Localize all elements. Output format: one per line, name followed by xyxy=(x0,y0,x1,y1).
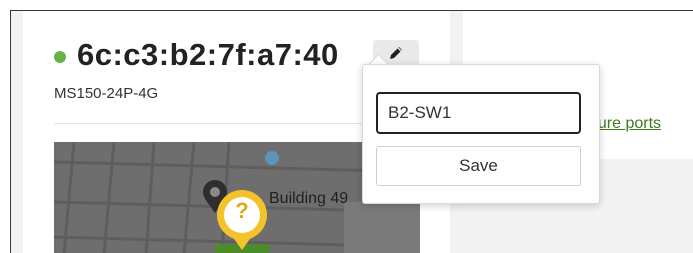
device-name-input[interactable] xyxy=(376,92,581,134)
save-button[interactable]: Save xyxy=(376,146,581,186)
pencil-icon xyxy=(388,45,404,66)
device-title: 6c:c3:b2:7f:a7:40 xyxy=(77,37,339,72)
map-building-label: Building 49 xyxy=(269,190,349,207)
device-model: MS150-24P-4G xyxy=(54,85,159,102)
marker-symbol: ? xyxy=(235,198,249,223)
status-indicator xyxy=(54,51,66,63)
